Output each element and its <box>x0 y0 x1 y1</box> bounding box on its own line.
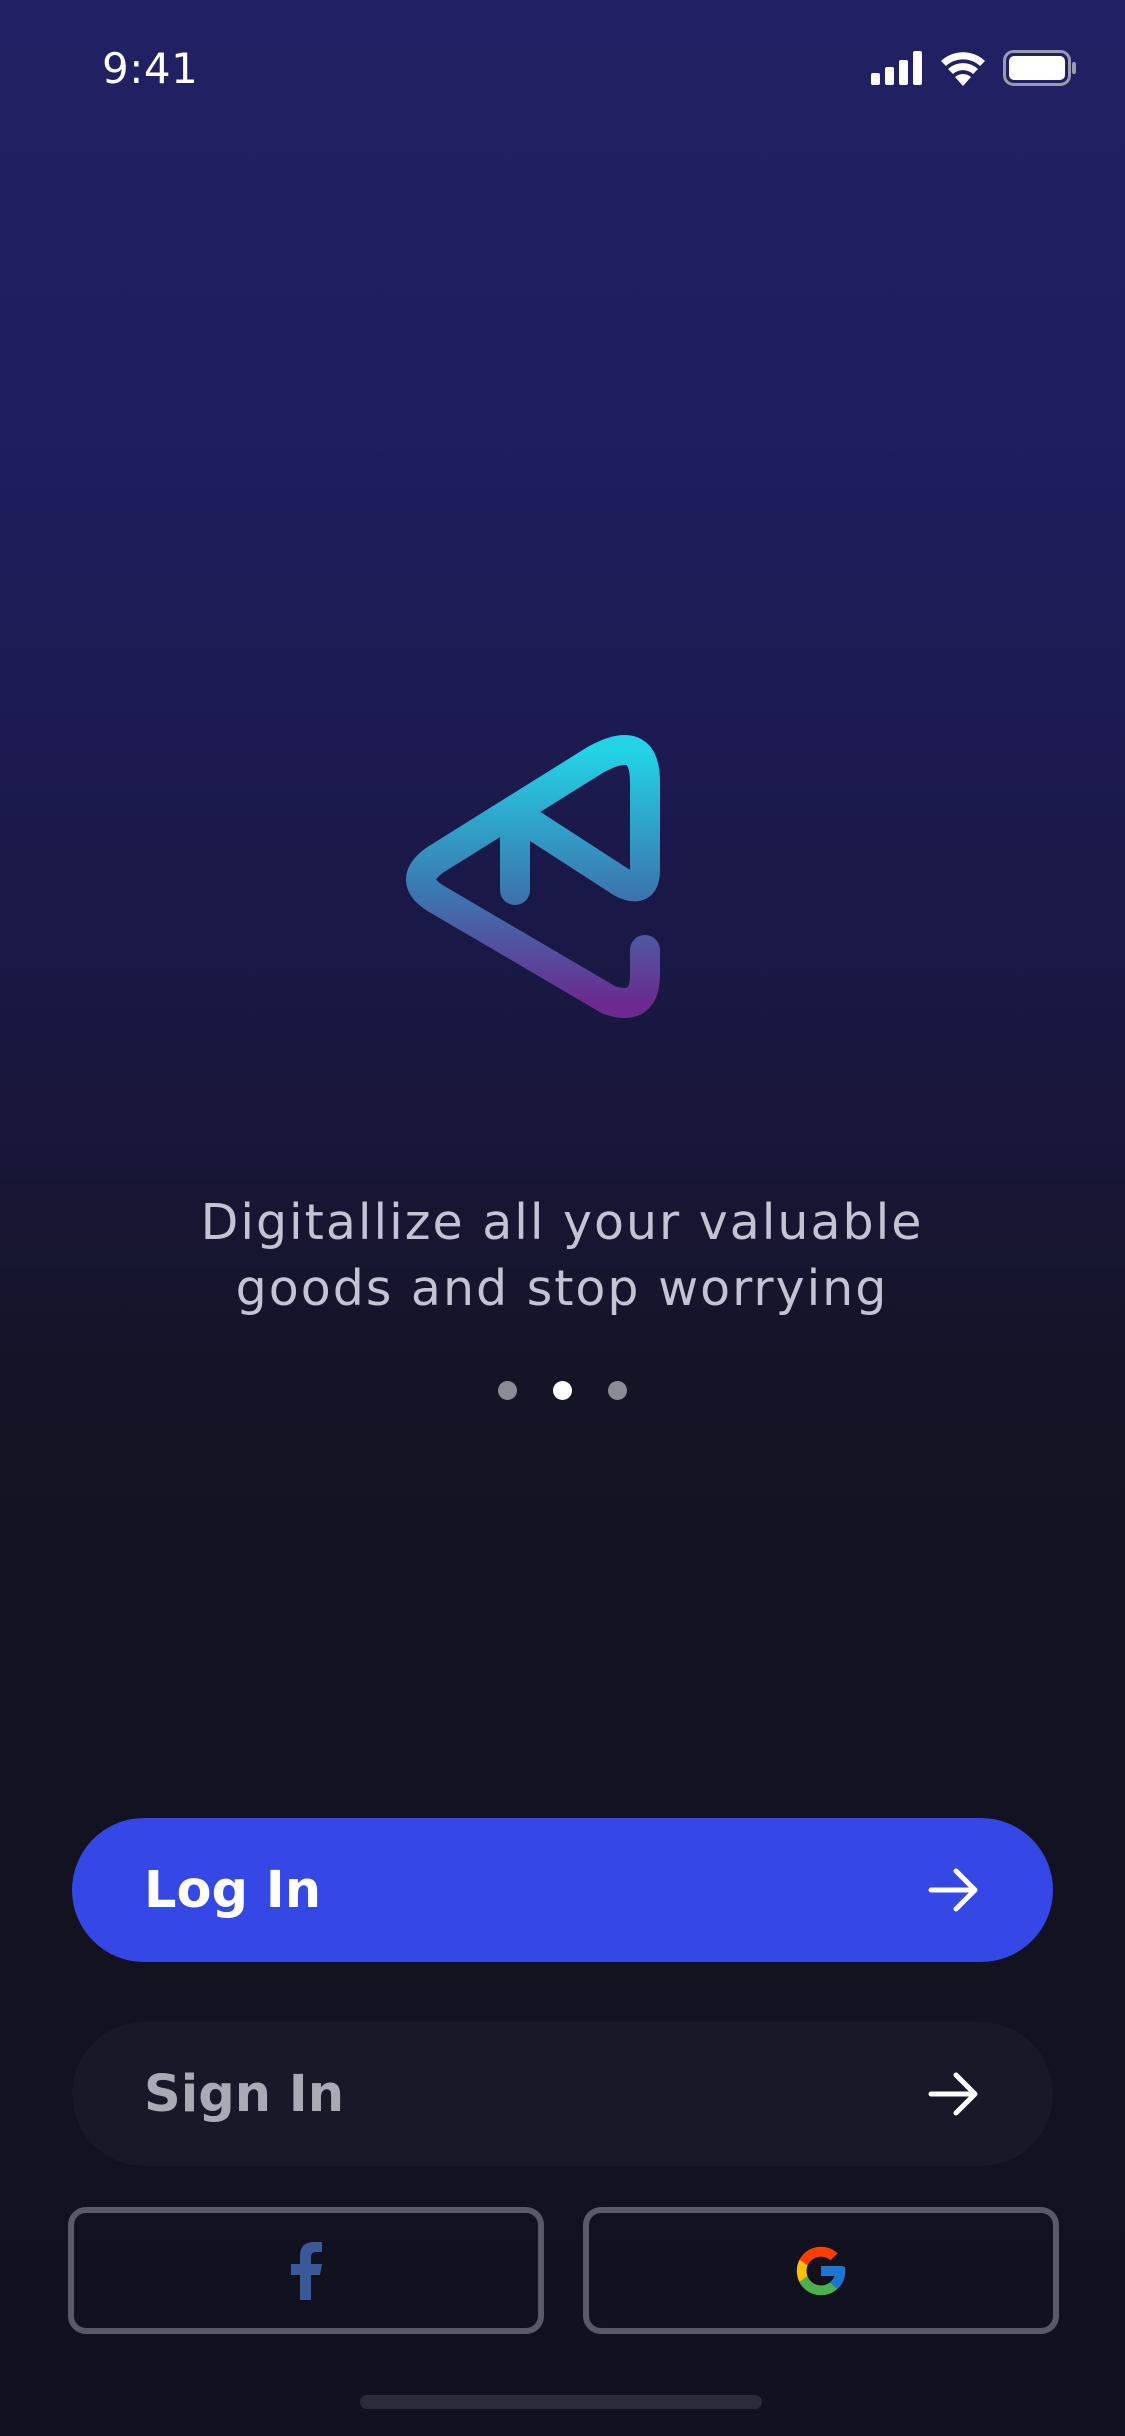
signin-button-label: Sign In <box>144 2064 345 2124</box>
arrow-right-icon <box>928 2072 978 2116</box>
arrow-right-icon <box>928 1868 978 1912</box>
google-login-button[interactable] <box>583 2207 1059 2334</box>
app-logo-icon <box>406 735 660 1018</box>
status-icons <box>871 48 1077 88</box>
page-dot-1[interactable] <box>498 1381 517 1400</box>
tagline-line-1: Digitallize all your valuable <box>200 1194 924 1251</box>
battery-icon <box>1003 50 1076 86</box>
page-dot-2-active[interactable] <box>553 1381 572 1400</box>
facebook-login-button[interactable] <box>68 2207 544 2334</box>
status-bar: 9:41 <box>0 0 1125 140</box>
login-button-label: Log In <box>144 1860 322 1920</box>
wifi-icon <box>941 52 985 86</box>
google-icon <box>796 2246 846 2295</box>
status-time: 9:41 <box>102 44 199 93</box>
home-indicator[interactable] <box>360 2395 762 2409</box>
login-button[interactable]: Log In <box>72 1818 1053 1962</box>
onboarding-tagline: Digitallize all your valuable goods and … <box>112 1190 1012 1322</box>
page-dot-3[interactable] <box>608 1381 627 1400</box>
tagline-line-2: goods and stop worrying <box>235 1260 889 1317</box>
facebook-icon <box>291 2241 322 2300</box>
cellular-signal-icon <box>871 51 922 85</box>
signin-button[interactable]: Sign In <box>72 2022 1053 2166</box>
page-indicator <box>0 1381 1125 1400</box>
